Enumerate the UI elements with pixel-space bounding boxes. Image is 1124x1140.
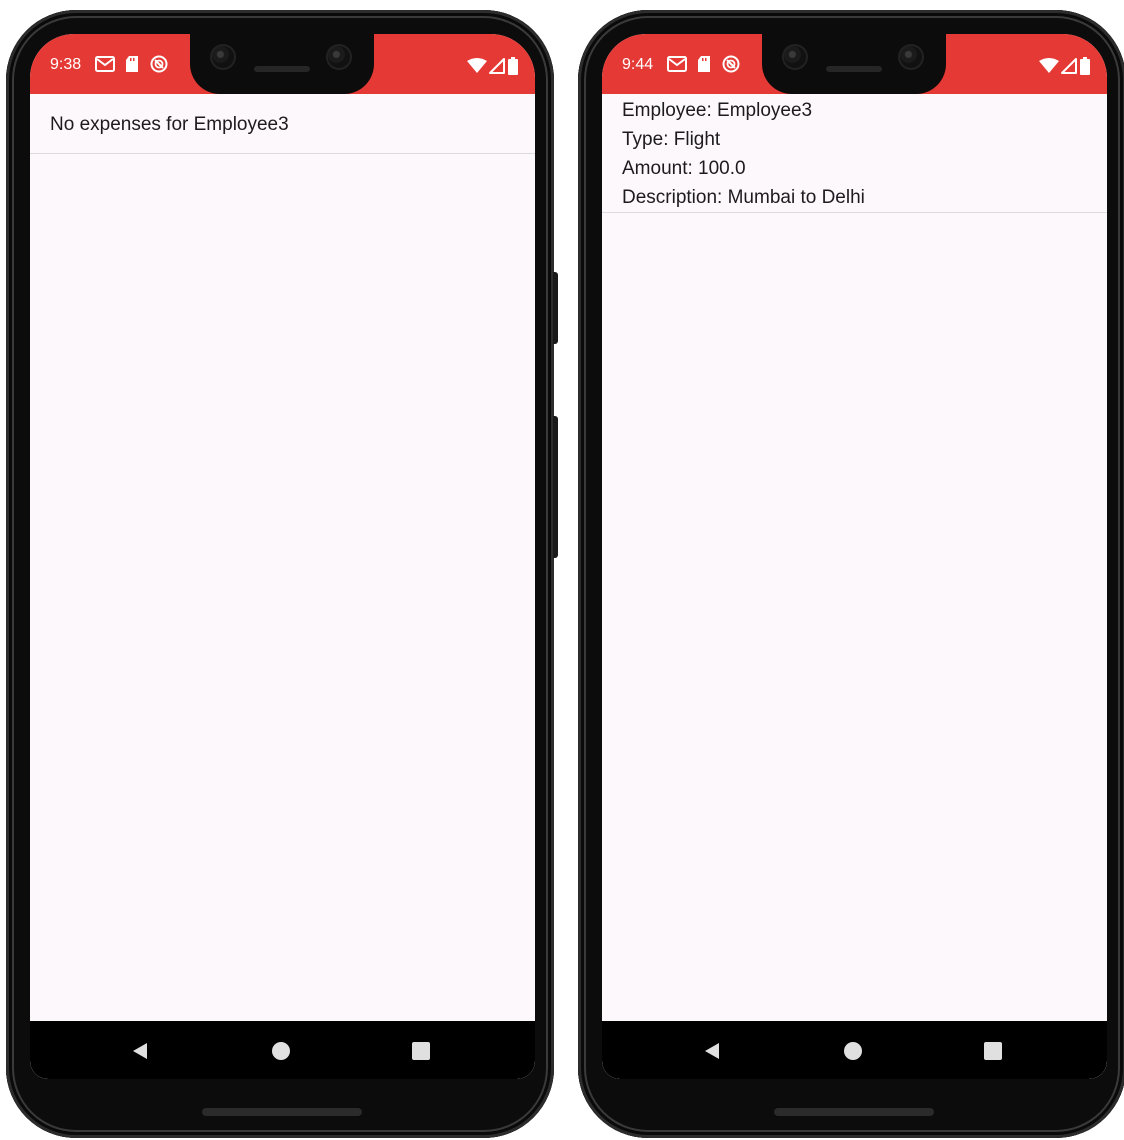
camera-notch (762, 34, 946, 94)
front-camera-icon (782, 44, 808, 70)
phone-frame-right: 9:44 Employee: Employee3 Type: Flight Am… (578, 10, 1124, 1138)
side-button (553, 416, 558, 558)
navigation-bar (602, 1021, 1107, 1079)
status-right-icons (467, 57, 519, 80)
earpiece-speaker (826, 66, 882, 72)
gmail-icon (667, 56, 687, 72)
chin-speaker-grille (202, 1108, 362, 1116)
status-bar: 9:44 (602, 34, 1107, 94)
battery-icon (507, 57, 519, 80)
signal-icon (1061, 58, 1077, 79)
phone-screen: 9:44 Employee: Employee3 Type: Flight Am… (602, 34, 1107, 1079)
home-icon[interactable] (271, 1041, 291, 1061)
wifi-icon (467, 58, 487, 79)
do-not-disturb-icon (722, 55, 740, 73)
sd-card-icon (697, 56, 711, 72)
recents-icon[interactable] (411, 1041, 431, 1061)
sd-card-icon (125, 56, 139, 72)
battery-icon (1079, 57, 1091, 80)
expense-amount: Amount: 100.0 (622, 158, 746, 179)
do-not-disturb-icon (150, 55, 168, 73)
status-time: 9:44 (622, 56, 654, 73)
status-bar: 9:38 (30, 34, 535, 94)
expense-description: Description: Mumbai to Delhi (622, 187, 865, 208)
back-icon[interactable] (130, 1041, 150, 1061)
expense-list-item[interactable]: Employee: Employee3 Type: Flight Amount:… (602, 94, 1107, 213)
front-camera-icon (210, 44, 236, 70)
status-right-icons (1039, 57, 1091, 80)
front-camera-icon (898, 44, 924, 70)
recents-icon[interactable] (983, 1041, 1003, 1061)
chin-speaker-grille (774, 1108, 934, 1116)
signal-icon (489, 58, 505, 79)
empty-message: No expenses for Employee3 (50, 114, 289, 135)
gmail-icon (95, 56, 115, 72)
expense-type: Type: Flight (622, 129, 721, 150)
front-camera-icon (326, 44, 352, 70)
screenshot-stage: 9:38 No expenses for Employee3 9:44 Empl… (0, 0, 1124, 1140)
camera-notch (190, 34, 374, 94)
home-icon[interactable] (843, 1041, 863, 1061)
side-button (553, 272, 558, 344)
back-icon[interactable] (702, 1041, 722, 1061)
expense-list: No expenses for Employee3 (30, 94, 535, 154)
list-item[interactable]: No expenses for Employee3 (30, 94, 535, 154)
status-time: 9:38 (50, 56, 82, 73)
navigation-bar (30, 1021, 535, 1079)
phone-frame-left: 9:38 No expenses for Employee3 (6, 10, 558, 1138)
phone-screen: 9:38 No expenses for Employee3 (30, 34, 535, 1079)
expense-employee: Employee: Employee3 (622, 100, 813, 121)
wifi-icon (1039, 58, 1059, 79)
earpiece-speaker (254, 66, 310, 72)
expense-list: Employee: Employee3 Type: Flight Amount:… (602, 94, 1107, 213)
